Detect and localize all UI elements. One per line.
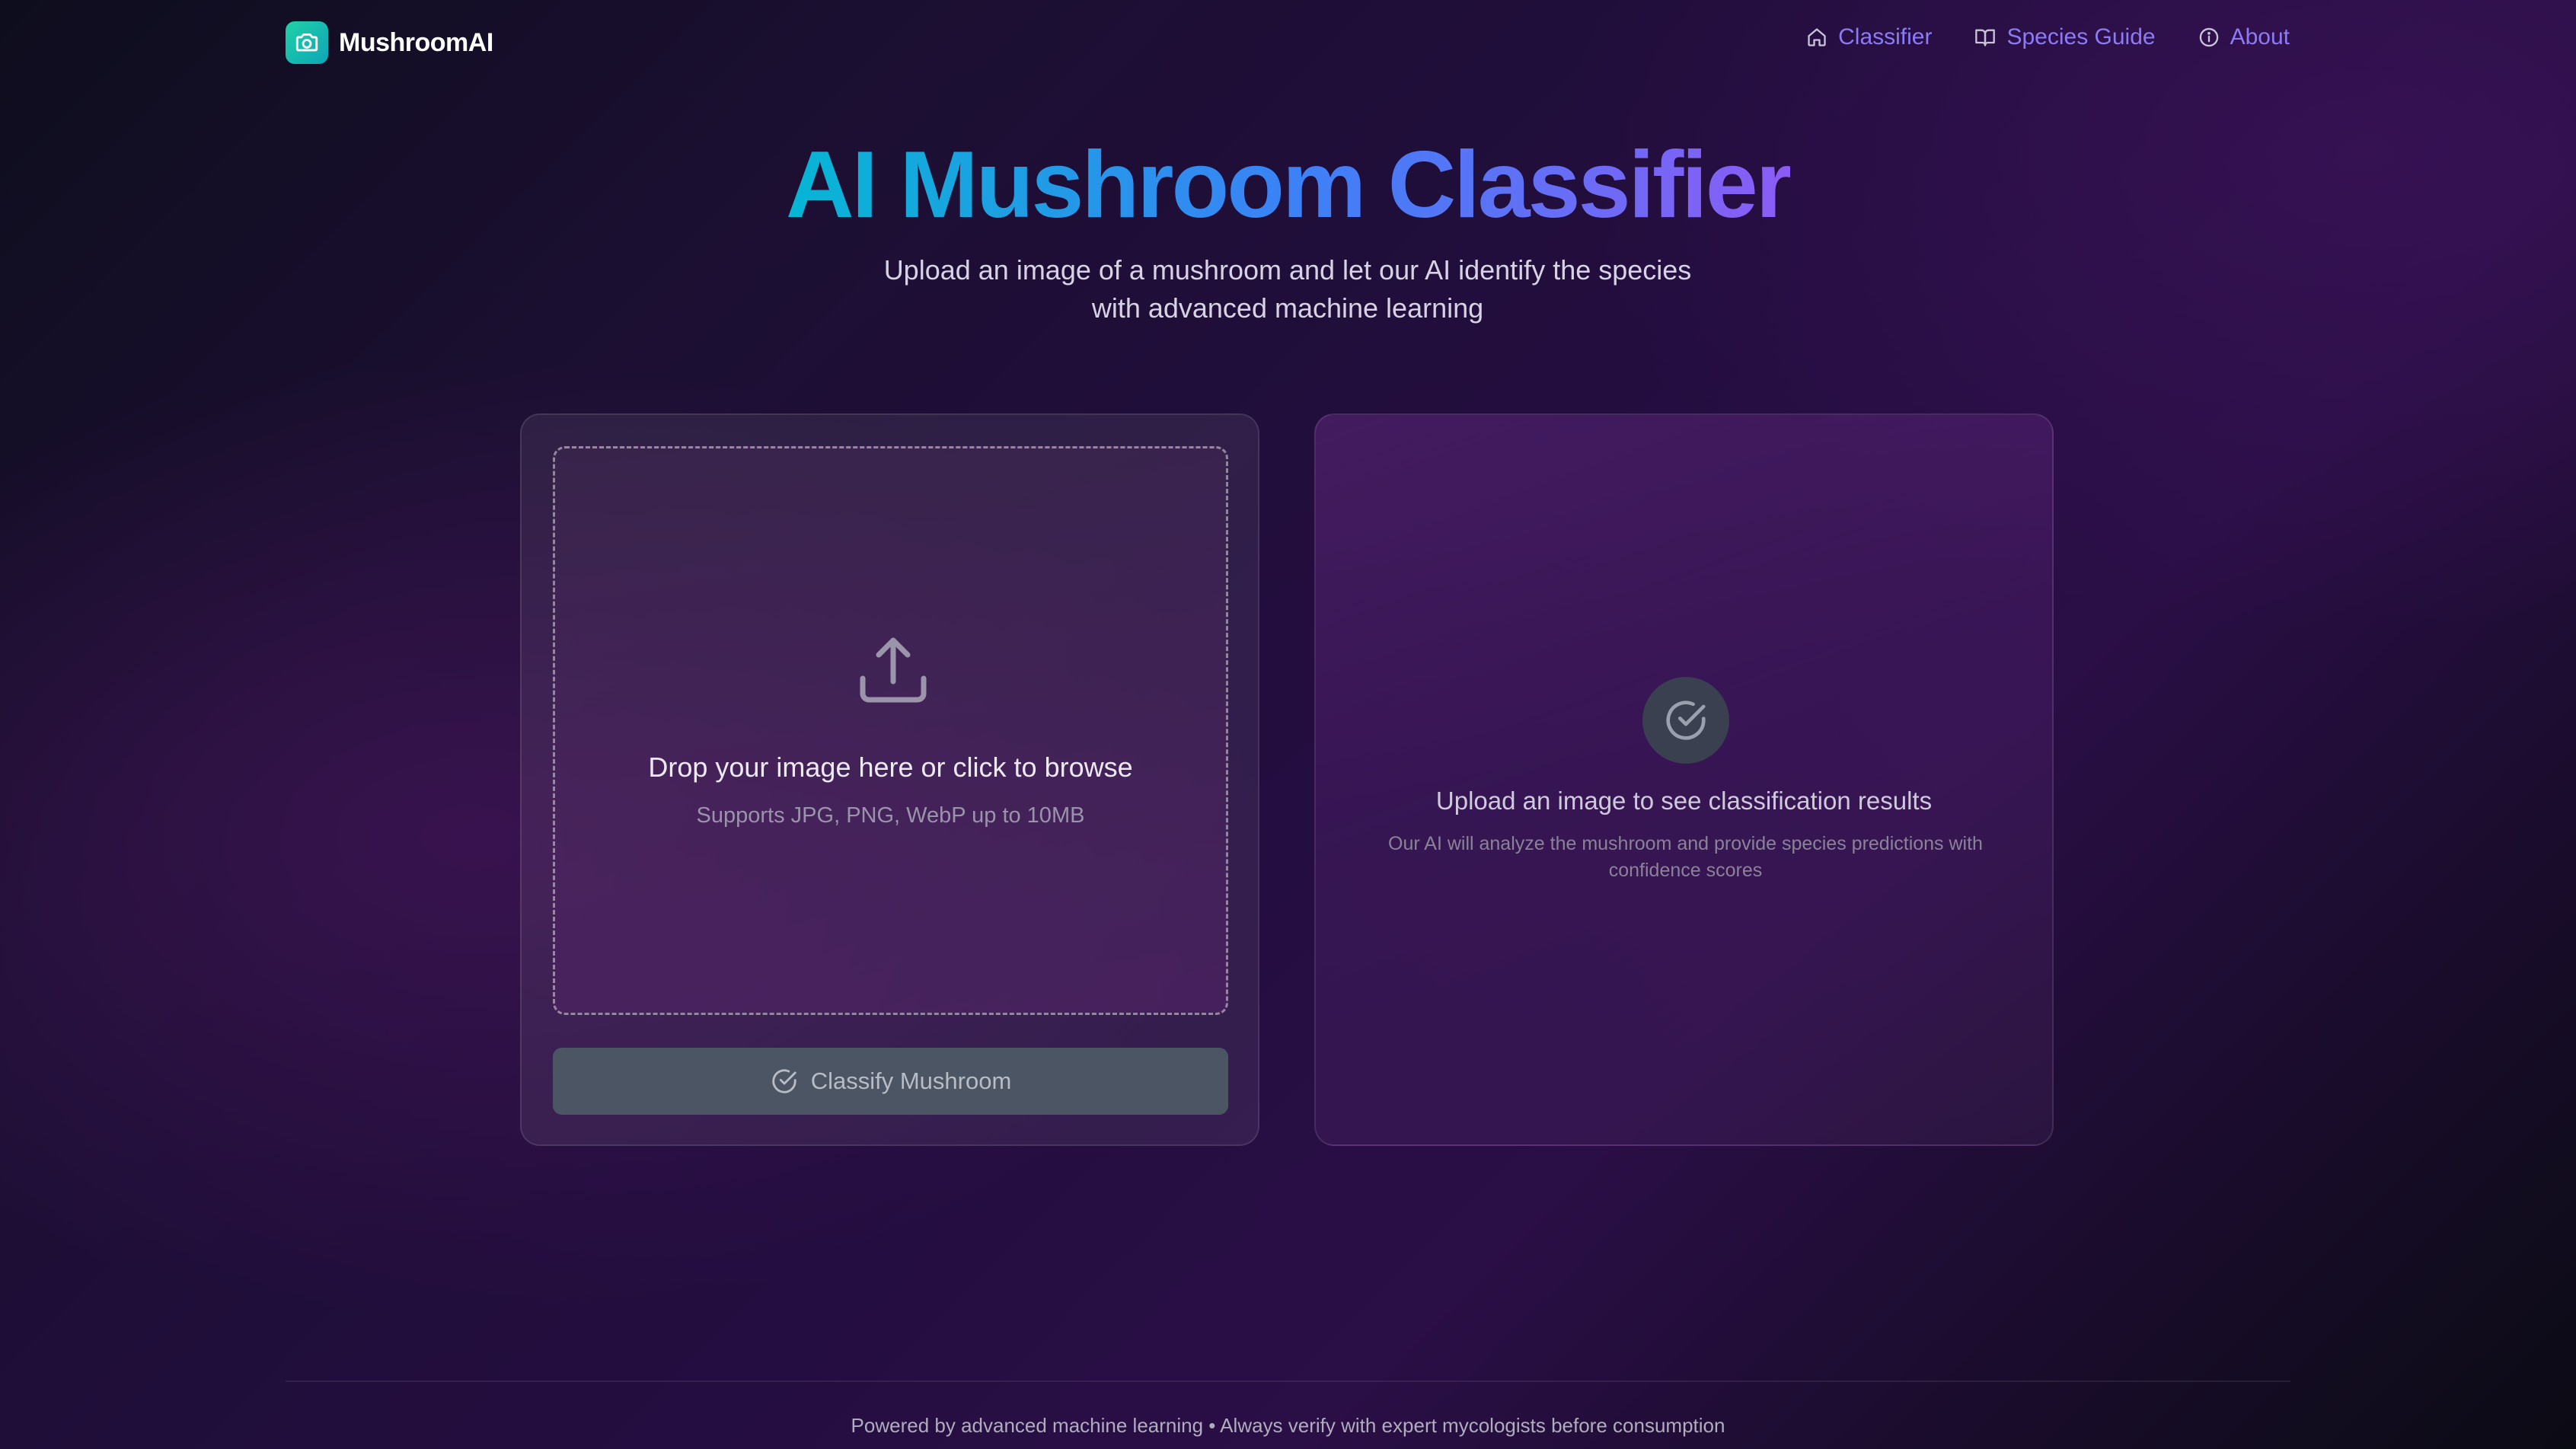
upload-card: Drop your image here or click to browse …: [520, 413, 1259, 1146]
footer-divider: [286, 1380, 2290, 1382]
home-icon: [1808, 28, 1826, 46]
nav-label: Classifier: [1838, 24, 1933, 49]
nav-item-classifier[interactable]: Classifier: [1806, 24, 1932, 50]
image-dropzone[interactable]: Drop your image here or click to browse …: [553, 446, 1228, 1015]
book-icon: [1975, 29, 1996, 46]
dropzone-title: Drop your image here or click to browse: [648, 752, 1133, 783]
nav-label: Species Guide: [2006, 24, 2156, 49]
subtitle-line-2: with advanced machine learning: [1091, 292, 1484, 324]
nav-item-species-guide[interactable]: Species Guide: [1974, 24, 2156, 50]
footer-text: Powered by advanced machine learning • A…: [851, 1414, 1725, 1437]
nav-label: About: [2230, 24, 2290, 49]
results-placeholder-title: Upload an image to see classification re…: [1435, 787, 1933, 815]
classify-button-label: Classify Mushroom: [810, 1068, 1012, 1094]
nav-item-about[interactable]: About: [2198, 24, 2290, 50]
page-subtitle: Upload an image of a mushroom and let ou…: [831, 251, 1744, 327]
page-title: AI Mushroom Classifier: [786, 132, 1792, 238]
camera-icon: [286, 21, 328, 64]
subtitle-line-1: Upload an image of a mushroom and let ou…: [883, 254, 1692, 286]
upload-icon: [860, 637, 927, 703]
brand-logo[interactable]: MushroomAI: [286, 21, 493, 64]
info-icon: [2199, 27, 2218, 47]
brand-name: MushroomAI: [339, 27, 493, 57]
check-circle-icon: [1666, 701, 1706, 740]
classify-mushroom-button[interactable]: Classify Mushroom: [553, 1048, 1228, 1115]
results-placeholder-description: Our AI will analyze the mushroom and pro…: [1388, 833, 1983, 881]
results-card: Upload an image to see classification re…: [1314, 413, 2054, 1146]
dropzone-hint: Supports JPG, PNG, WebP up to 10MB: [696, 803, 1085, 828]
check-circle-icon: [772, 1069, 796, 1093]
main-nav: Classifier Species Guide About: [1806, 24, 2290, 50]
results-placeholder-badge: [1642, 677, 1729, 764]
